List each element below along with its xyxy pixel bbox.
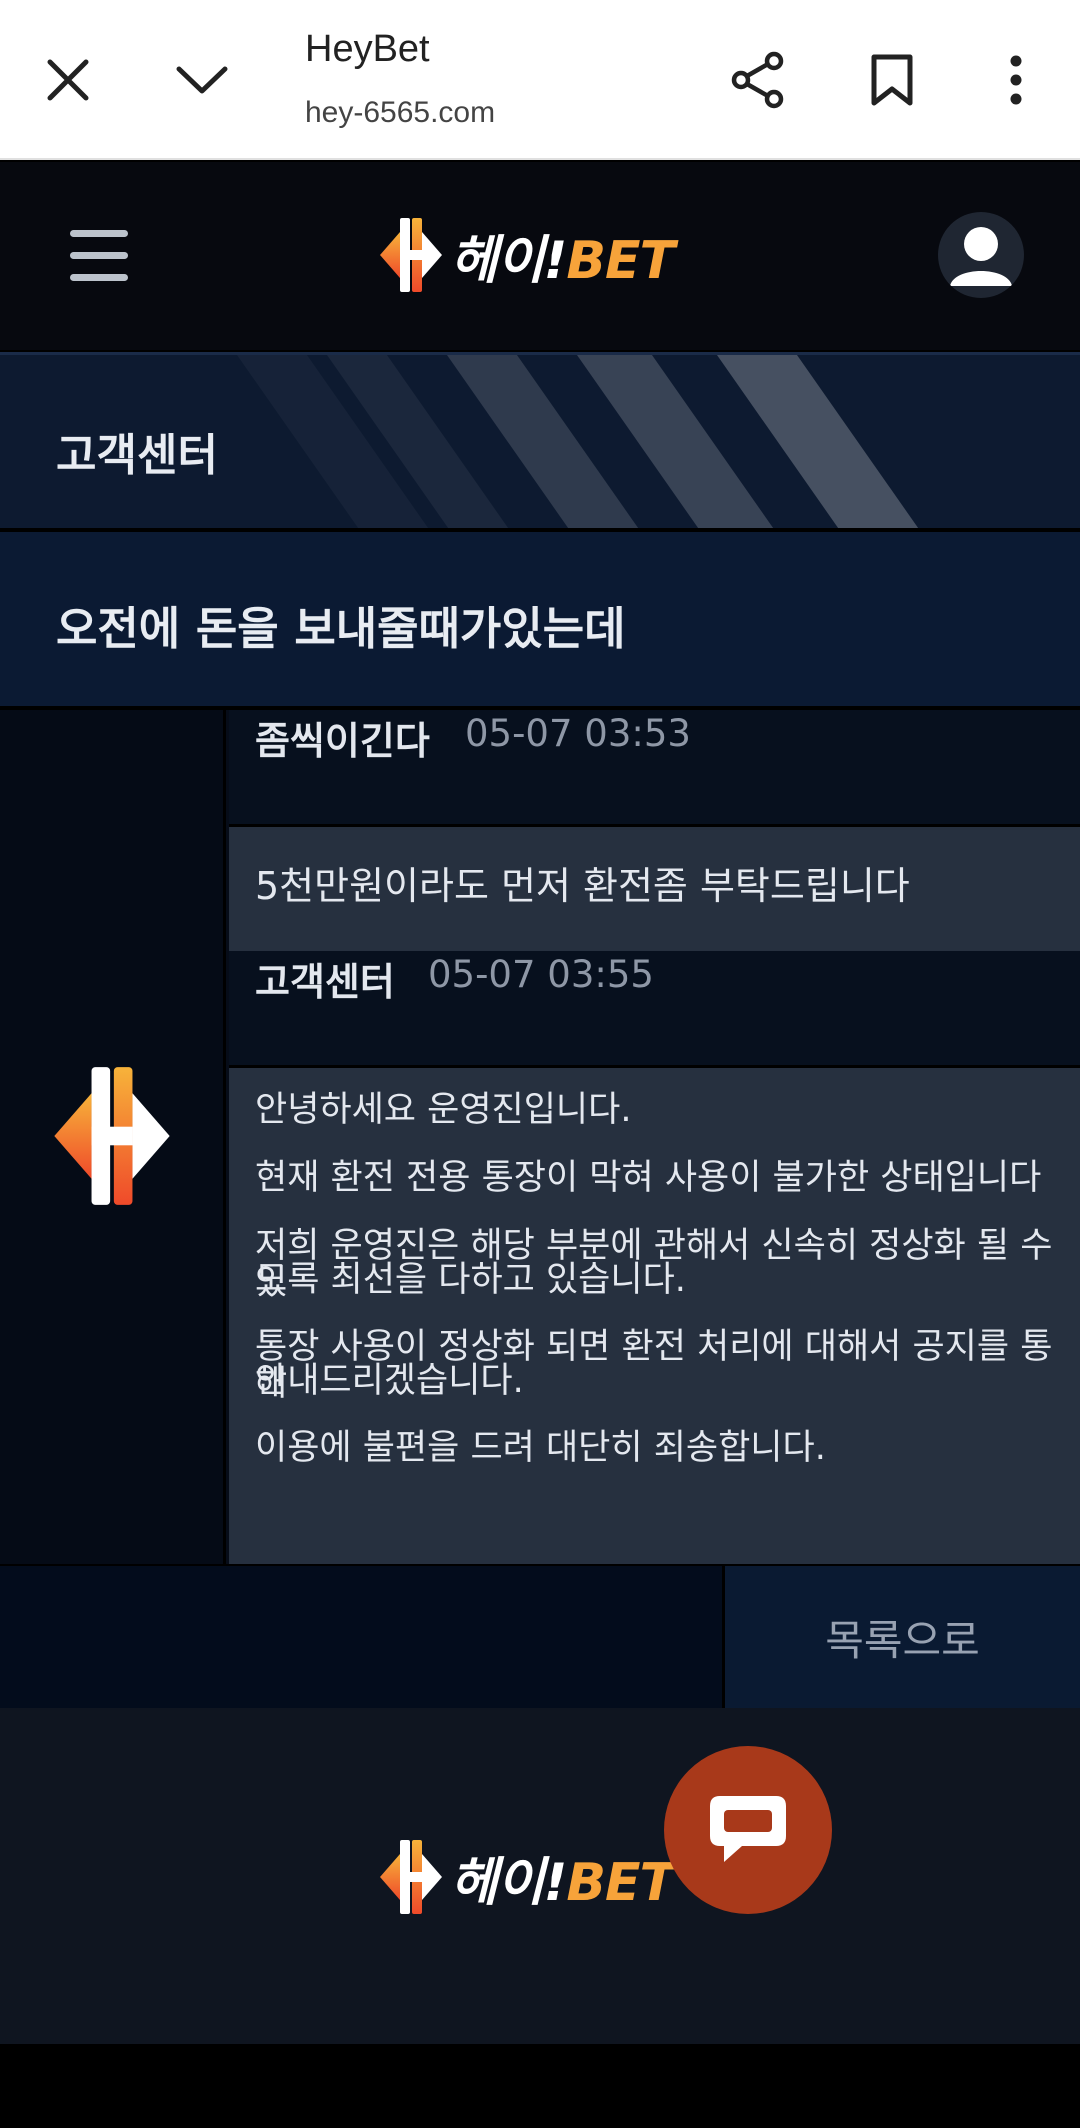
section-banner: 고객센터 [0,352,1080,528]
chat-bubble-icon [710,1796,786,1862]
logo-korean: 헤이! [450,230,567,291]
logo-english: BET [566,230,675,291]
conversation-sidebar [0,710,226,1564]
more-vert-icon[interactable] [976,40,1056,120]
message-line: 도록 최선을 다하고 있습니다. [255,1260,686,1300]
footer-logo[interactable]: 헤이!BET [378,1834,675,1920]
logo-korean: 헤이! [450,1852,567,1913]
site-logo[interactable]: 헤이!BET [378,212,675,298]
close-icon[interactable] [28,40,108,120]
h-logo-icon [54,1067,170,1205]
message-meta: 고객센터 05-07 03:55 [229,951,1080,1065]
author-name: 좀씩이긴다 [255,719,430,763]
browser-page-title: HeyBet [305,28,430,70]
share-icon[interactable] [718,40,798,120]
h-logo-icon [380,218,442,292]
browser-toolbar: HeyBet hey-6565.com [0,0,1080,160]
logo-english: BET [566,1852,675,1913]
menu-icon[interactable] [70,230,128,282]
bookmark-icon[interactable] [852,40,932,120]
user-avatar-icon[interactable] [938,212,1024,298]
message-bubble: 5천만원이라도 먼저 환전좀 부탁드립니다 [229,827,1080,951]
action-row: 목록으로 [0,1566,1080,1708]
message-line: 이용에 불편을 드려 대단히 죄송합니다. [255,1428,826,1468]
browser-url[interactable]: hey-6565.com [305,96,495,130]
message-time: 05-07 03:53 [465,712,691,755]
h-logo-icon [380,1840,442,1914]
live-chat-button[interactable] [664,1746,832,1914]
message-list: 좀씩이긴다 05-07 03:53 5천만원이라도 먼저 환전좀 부탁드립니다 … [229,710,1080,1564]
message-line: 안녕하세요 운영진입니다. [255,1090,632,1130]
message-body: 5천만원이라도 먼저 환전좀 부탁드립니다 [255,864,910,908]
message-meta: 좀씩이긴다 05-07 03:53 [229,710,1080,824]
site-footer: 헤이!BET [0,1708,1080,2044]
chevron-down-icon[interactable] [162,40,242,120]
message-bubble: 안녕하세요 운영진입니다. 현재 환전 전용 통장이 막혀 사용이 불가한 상태… [229,1068,1080,1564]
post-title-bar: 오전에 돈을 보내줄때가있는데 [0,532,1080,706]
post-title: 오전에 돈을 보내줄때가있는데 [56,602,626,655]
message-line: 안내드리겠습니다. [255,1361,524,1401]
message-time: 05-07 03:55 [428,953,654,996]
author-name: 고객센터 [255,960,395,1004]
message-line: 현재 환전 전용 통장이 막혀 사용이 불가한 상태입니다 [255,1158,1042,1198]
site-header: 헤이!BET [0,162,1080,350]
section-title: 고객센터 [56,430,218,481]
back-to-list-button[interactable]: 목록으로 [722,1566,1080,1708]
conversation-area: 좀씩이긴다 05-07 03:53 5천만원이라도 먼저 환전좀 부탁드립니다 … [0,710,1080,1564]
system-nav-area [0,2044,1080,2128]
